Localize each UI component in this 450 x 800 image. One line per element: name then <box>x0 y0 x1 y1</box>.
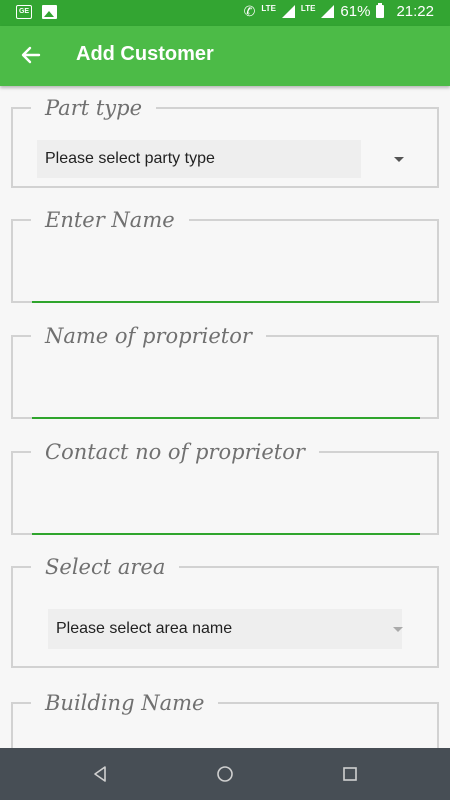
contact-group: Contact no of proprietor <box>11 440 439 535</box>
battery-icon <box>376 3 385 18</box>
proprietor-input[interactable] <box>32 383 420 419</box>
dropdown-arrow-icon[interactable] <box>394 157 404 162</box>
proprietor-label: Name of proprietor <box>45 324 252 348</box>
network-label-2: LTE <box>300 4 316 13</box>
signal-icon-2 <box>321 5 335 18</box>
sim-icon: GE <box>16 5 32 19</box>
name-input[interactable] <box>32 267 420 303</box>
app-bar: Add Customer <box>0 26 450 86</box>
clock: 21:22 <box>396 3 434 20</box>
area-select[interactable]: Please select area name <box>48 609 402 649</box>
arrow-left-icon[interactable] <box>18 42 44 68</box>
home-circle-icon[interactable] <box>216 765 234 788</box>
back-triangle-icon[interactable] <box>92 765 108 788</box>
recents-square-icon[interactable] <box>342 765 358 788</box>
system-nav-bar <box>0 748 450 800</box>
signal-icon <box>281 5 295 18</box>
party-type-label: Part type <box>45 96 143 120</box>
page-title: Add Customer <box>76 43 214 65</box>
party-type-value: Please select party type <box>45 150 215 167</box>
contact-input[interactable] <box>32 499 420 535</box>
name-label: Enter Name <box>45 208 175 232</box>
proprietor-group: Name of proprietor <box>11 324 439 419</box>
area-value: Please select area name <box>56 620 233 637</box>
building-label: Building Name <box>45 691 205 715</box>
dropdown-arrow-icon[interactable] <box>393 627 403 632</box>
status-bar: GE ✆ LTE LTE 61% 21:22 <box>0 0 450 26</box>
area-label: Select area <box>45 555 166 579</box>
party-type-group: Part type Please select party type <box>11 96 439 188</box>
customer-form: Part type Please select party type Enter… <box>0 86 450 748</box>
image-icon <box>42 5 57 19</box>
network-label: LTE <box>261 4 276 13</box>
party-type-select[interactable]: Please select party type <box>37 140 361 178</box>
battery-percent: 61% <box>340 3 371 20</box>
area-group: Select area Please select area name <box>11 555 439 668</box>
contact-label: Contact no of proprietor <box>45 440 305 464</box>
call-icon: ✆ <box>243 3 256 19</box>
building-group: Building Name <box>11 691 439 748</box>
name-group: Enter Name <box>11 208 439 303</box>
